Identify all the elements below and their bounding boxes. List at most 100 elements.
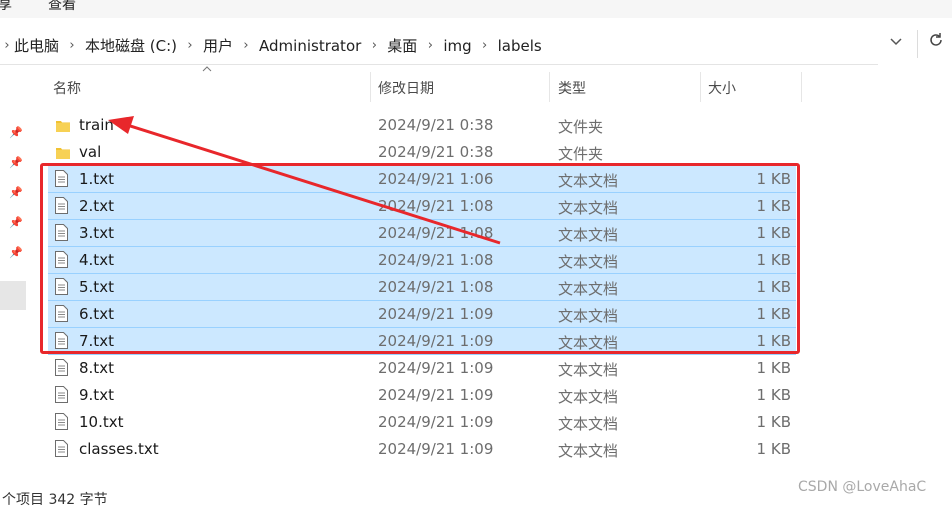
column-header-name[interactable]: 名称	[48, 72, 370, 102]
file-date: 2024/9/21 0:38	[378, 143, 494, 161]
file-type: 文本文档	[558, 415, 619, 433]
file-name: 3.txt	[79, 224, 114, 242]
breadcrumb-local-disk[interactable]: 本地磁盘 (C:)	[85, 35, 177, 56]
file-row[interactable]: 1.txt 2024/9/21 1:06 文本文档 1 KB	[48, 166, 796, 193]
file-date: 2024/9/21 1:09	[378, 305, 494, 323]
refresh-icon[interactable]	[928, 32, 944, 53]
column-header-label: 名称	[53, 81, 81, 97]
chevron-right-icon[interactable]: ›	[177, 38, 203, 53]
pin-icon[interactable]: 📌	[9, 156, 23, 169]
file-row[interactable]: 3.txt 2024/9/21 1:08 文本文档 1 KB	[48, 220, 796, 247]
column-header-type[interactable]: 类型	[550, 72, 700, 102]
file-name: 1.txt	[79, 170, 114, 188]
watermark: CSDN @LoveAhaC	[798, 479, 927, 495]
pin-icon[interactable]: 📌	[9, 216, 23, 229]
file-date: 2024/9/21 1:08	[378, 278, 494, 296]
file-size: 1 KB	[756, 440, 791, 458]
file-size: 1 KB	[756, 305, 791, 323]
breadcrumb-users[interactable]: 用户	[203, 35, 233, 56]
breadcrumb-desktop[interactable]: 桌面	[387, 35, 417, 56]
breadcrumb: › 此电脑 › 本地磁盘 (C:) › 用户 › Administrator ›…	[0, 35, 542, 56]
file-date: 2024/9/21 0:38	[378, 116, 494, 134]
column-divider[interactable]	[801, 72, 802, 102]
text-file-icon	[55, 278, 68, 295]
file-row[interactable]: 10.txt 2024/9/21 1:09 文本文档 1 KB	[48, 409, 796, 436]
file-row[interactable]: classes.txt 2024/9/21 1:09 文本文档 1 KB	[48, 436, 796, 463]
breadcrumb-this-pc[interactable]: 此电脑	[14, 35, 59, 56]
file-row[interactable]: 9.txt 2024/9/21 1:09 文本文档 1 KB	[48, 382, 796, 409]
folder-icon	[56, 118, 70, 132]
file-type: 文本文档	[558, 253, 619, 271]
file-type: 文本文档	[558, 199, 619, 217]
chevron-right-icon[interactable]: ›	[417, 38, 443, 53]
file-name: 4.txt	[79, 251, 114, 269]
file-size: 1 KB	[756, 386, 791, 404]
folder-row[interactable]: val 2024/9/21 0:38 文件夹	[48, 139, 796, 166]
chevron-right-icon[interactable]: ›	[233, 38, 259, 53]
breadcrumb-labels[interactable]: labels	[498, 37, 542, 55]
text-file-icon	[55, 170, 68, 187]
chevron-down-icon[interactable]	[886, 34, 906, 54]
file-size: 1 KB	[756, 278, 791, 296]
text-file-icon	[55, 332, 68, 349]
text-file-icon	[55, 197, 68, 214]
file-date: 2024/9/21 1:09	[378, 386, 494, 404]
pin-icon[interactable]: 📌	[9, 246, 23, 259]
menu-item-view[interactable]: 查看	[48, 0, 76, 14]
file-name: 9.txt	[79, 386, 114, 404]
file-type: 文本文档	[558, 172, 619, 190]
folder-row[interactable]: train 2024/9/21 0:38 文件夹	[48, 112, 796, 139]
chevron-right-icon[interactable]: ›	[59, 38, 85, 53]
file-size: 1 KB	[756, 251, 791, 269]
file-name: classes.txt	[79, 440, 159, 458]
pin-icon[interactable]: 📌	[9, 186, 23, 199]
file-date: 2024/9/21 1:08	[378, 197, 494, 215]
file-date: 2024/9/21 1:09	[378, 332, 494, 350]
chevron-right-icon[interactable]: ›	[361, 38, 387, 53]
file-row[interactable]: 2.txt 2024/9/21 1:08 文本文档 1 KB	[48, 193, 796, 220]
nav-selected-item[interactable]	[0, 281, 26, 310]
column-header-size[interactable]: 大小	[701, 72, 801, 102]
file-type: 文本文档	[558, 361, 619, 379]
file-type: 文本文档	[558, 226, 619, 244]
text-file-icon	[55, 305, 68, 322]
file-size: 1 KB	[756, 332, 791, 350]
file-type: 文件夹	[558, 118, 604, 136]
menu-bar: 享 查看	[0, 0, 952, 18]
chevron-right-icon[interactable]: ›	[0, 38, 14, 53]
file-size: 1 KB	[756, 224, 791, 242]
file-type: 文本文档	[558, 334, 619, 352]
file-date: 2024/9/21 1:08	[378, 224, 494, 242]
column-header-label: 大小	[708, 81, 736, 97]
file-name: train	[79, 116, 114, 134]
file-type: 文本文档	[558, 388, 619, 406]
chevron-right-icon[interactable]: ›	[472, 38, 498, 53]
file-name: 2.txt	[79, 197, 114, 215]
file-row[interactable]: 6.txt 2024/9/21 1:09 文本文档 1 KB	[48, 301, 796, 328]
file-date: 2024/9/21 1:06	[378, 170, 494, 188]
column-header-date[interactable]: 修改日期	[371, 72, 549, 102]
address-divider	[917, 30, 918, 58]
text-file-icon	[55, 440, 68, 457]
address-bar[interactable]: › 此电脑 › 本地磁盘 (C:) › 用户 › Administrator ›…	[0, 26, 878, 65]
file-size: 1 KB	[756, 413, 791, 431]
file-row[interactable]: 4.txt 2024/9/21 1:08 文本文档 1 KB	[48, 247, 796, 274]
text-file-icon	[55, 224, 68, 241]
pin-icon[interactable]: 📌	[9, 126, 23, 139]
text-file-icon	[55, 386, 68, 403]
file-type: 文本文档	[558, 280, 619, 298]
text-file-icon	[55, 251, 68, 268]
file-row[interactable]: 7.txt 2024/9/21 1:09 文本文档 1 KB	[48, 328, 796, 355]
file-date: 2024/9/21 1:08	[378, 251, 494, 269]
column-header-label: 类型	[558, 81, 586, 97]
file-type: 文件夹	[558, 145, 604, 163]
breadcrumb-administrator[interactable]: Administrator	[259, 37, 361, 55]
file-row[interactable]: 8.txt 2024/9/21 1:09 文本文档 1 KB	[48, 355, 796, 382]
file-type: 文本文档	[558, 442, 619, 460]
breadcrumb-img[interactable]: img	[443, 37, 471, 55]
file-size: 1 KB	[756, 170, 791, 188]
text-file-icon	[55, 413, 68, 430]
file-row[interactable]: 5.txt 2024/9/21 1:08 文本文档 1 KB	[48, 274, 796, 301]
menu-item-share[interactable]: 享	[0, 0, 12, 14]
file-date: 2024/9/21 1:09	[378, 413, 494, 431]
